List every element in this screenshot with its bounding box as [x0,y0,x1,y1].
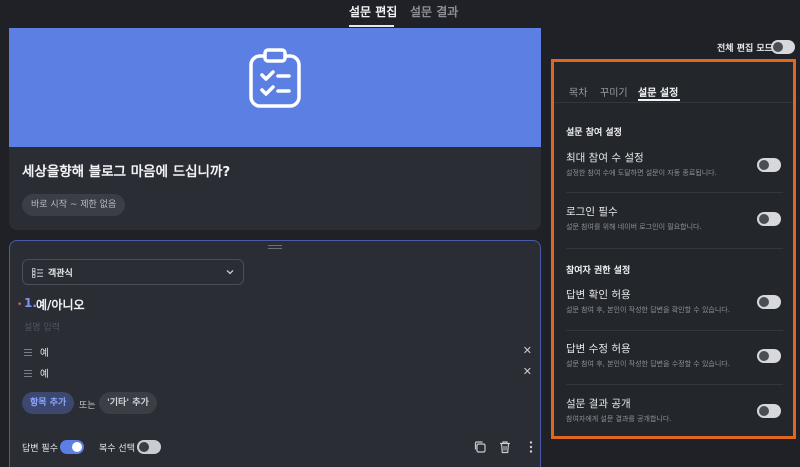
tab-decorate[interactable]: 꾸미기 [600,84,628,99]
tab-survey-settings[interactable]: 설문 설정 [638,84,678,99]
section-title-participation: 설문 참여 설정 [566,128,622,138]
question-title[interactable]: 예/아니오 [36,296,85,313]
close-icon[interactable]: ✕ [523,344,532,357]
close-icon[interactable]: ✕ [523,365,532,378]
setting-description: 설문 참여 후, 본인이 작성한 답변을 수정할 수 있습니다. [566,360,730,368]
tab-survey-results[interactable]: 설문 결과 [410,3,458,20]
required-marker: • [17,300,23,310]
setting-description: 참여자에게 설문 결과를 공개합니다. [566,415,672,423]
max-participants-toggle[interactable] [757,158,781,172]
survey-period-chip[interactable]: 바로 시작 ~ 제한 없음 [22,194,126,216]
trash-icon[interactable] [498,440,512,454]
question-number: 1. [24,296,37,310]
description-input[interactable]: 설명 입력 [24,320,60,333]
setting-title: 답변 수정 허용 [566,343,631,355]
option-text[interactable]: 예 [40,366,49,380]
tab-survey-edit[interactable]: 설문 편집 [349,3,397,20]
more-vertical-icon[interactable] [524,440,538,454]
question-card: 객관식 • 1. 예/아니오 설명 입력 예 ✕ 예 ✕ 항목 추가 또는 '기… [9,240,541,467]
option-item: 예 ✕ [24,344,532,360]
question-footer: 답변 필수 복수 선택 [22,439,538,457]
top-tab-bar: 설문 편집 설문 결과 [0,0,800,28]
setting-title: 답변 확인 허용 [566,289,631,301]
tab-table-of-contents[interactable]: 목차 [569,84,587,99]
survey-title[interactable]: 세상을향해 블로그 마음에 드십니까? [22,160,230,180]
setting-title: 최대 참여 수 설정 [566,152,644,164]
copy-icon[interactable] [473,440,487,454]
drag-handle-icon[interactable] [24,370,32,377]
clipboard-checklist-icon [249,48,301,108]
question-type-label: 객관식 [48,269,73,279]
multiple-choice-label: 복수 선택 [99,444,135,454]
divider [566,330,783,331]
setting-description: 설문 참여를 위해 네이버 로그인이 필요합니다. [566,223,702,231]
survey-settings-panel: 목차 꾸미기 설문 설정 설문 참여 설정 최대 참여 수 설정 설정한 참여 … [551,59,796,439]
add-other-button[interactable]: '기타' 추가 [99,392,157,414]
divider [554,102,793,103]
setting-title: 로그인 필수 [566,206,618,218]
section-title-permissions: 참여자 권한 설정 [566,266,631,276]
divider [566,384,783,385]
public-results-toggle[interactable] [757,404,781,418]
full-edit-mode-toggle[interactable] [771,40,795,54]
allow-view-answers-toggle[interactable] [757,295,781,309]
login-required-toggle[interactable] [757,212,781,226]
divider [566,192,783,193]
option-item: 예 ✕ [24,365,532,381]
active-tab-indicator [349,25,394,27]
full-edit-mode-label: 전체 편집 모드 [717,44,773,54]
survey-banner[interactable] [9,28,541,147]
setting-title: 설문 결과 공개 [566,398,631,410]
survey-header-card: 세상을향해 블로그 마음에 드십니까? 바로 시작 ~ 제한 없음 [9,28,541,230]
setting-description: 설문 참여 후, 본인이 작성한 답변을 확인할 수 있습니다. [566,306,730,314]
divider [566,248,783,249]
drag-handle-icon[interactable] [24,349,32,356]
required-toggle[interactable] [60,440,84,454]
add-item-button[interactable]: 항목 추가 [22,392,75,414]
active-tab-indicator [638,99,680,101]
required-label: 답변 필수 [22,444,58,454]
allow-edit-answers-toggle[interactable] [757,349,781,363]
option-text[interactable]: 예 [40,345,49,359]
chevron-down-icon [226,270,234,275]
multiple-choice-toggle[interactable] [137,440,161,454]
setting-description: 설정한 참여 수에 도달하면 설문이 자동 종료됩니다. [566,169,717,177]
list-checkbox-icon [32,268,43,278]
question-type-select[interactable]: 객관식 [22,259,244,285]
drag-handle-icon[interactable] [268,245,282,251]
or-label: 또는 [79,401,96,411]
